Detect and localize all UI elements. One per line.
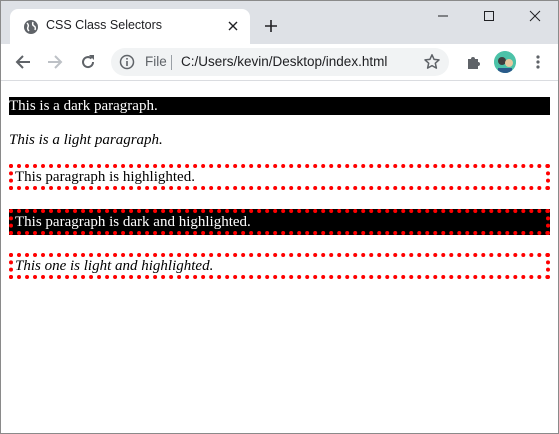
browser-window: CSS Class Selectors File C:/Users/kevin/… [0, 0, 559, 434]
light-highlighted-paragraph: This one is light and highlighted. [9, 253, 550, 279]
url-text[interactable]: C:/Users/kevin/Desktop/index.html [181, 54, 387, 69]
address-bar[interactable]: File C:/Users/kevin/Desktop/index.html [111, 48, 449, 76]
tab-title: CSS Class Selectors [46, 18, 163, 32]
tab-strip: CSS Class Selectors [1, 1, 558, 44]
dark-paragraph: This is a dark paragraph. [9, 97, 550, 115]
maximize-icon[interactable] [466, 1, 512, 31]
bookmark-star-icon[interactable] [423, 53, 441, 71]
toolbar: File C:/Users/kevin/Desktop/index.html [1, 44, 558, 81]
minimize-icon[interactable] [420, 1, 466, 31]
close-window-icon[interactable] [512, 1, 558, 31]
address-divider [171, 55, 172, 70]
new-tab-plus-icon[interactable] [260, 15, 282, 37]
reload-icon[interactable] [76, 50, 100, 74]
light-paragraph: This is a light paragraph. [9, 132, 163, 148]
highlighted-paragraph: This paragraph is highlighted. [9, 164, 550, 190]
close-tab-icon[interactable] [225, 18, 241, 34]
info-icon[interactable] [119, 54, 135, 70]
globe-icon [23, 19, 39, 35]
menu-kebab-icon[interactable] [526, 50, 550, 74]
dark-highlighted-paragraph: This paragraph is dark and highlighted. [9, 209, 550, 235]
file-scheme-label: File [145, 54, 167, 69]
extensions-puzzle-icon[interactable] [462, 50, 486, 74]
page-content: This is a dark paragraph. This is a ligh… [1, 81, 558, 433]
avatar[interactable] [494, 51, 516, 73]
forward-arrow-icon[interactable] [43, 50, 67, 74]
tab-css-class-selectors[interactable]: CSS Class Selectors [10, 9, 250, 44]
back-arrow-icon[interactable] [11, 50, 35, 74]
